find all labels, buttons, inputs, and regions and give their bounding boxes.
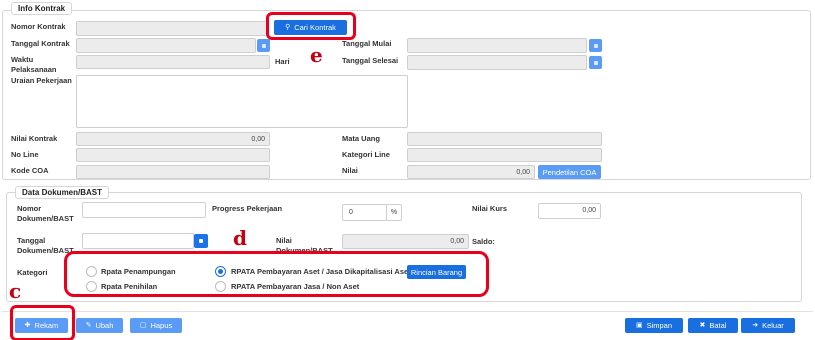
nomor-dokumen-label: Nomor Dokumen/BAST [17,204,74,223]
tanggal-mulai-label: Tanggal Mulai [342,39,392,48]
keluar-button[interactable]: ➜ Keluar [741,318,795,333]
highlight-box-kategori [64,251,489,297]
waktu-pelaksanaan-label: Waktu Pelaksanaan [11,55,57,74]
mata-uang-label: Mata Uang [342,134,380,143]
progress-pekerjaan-label: Progress Pekerjaan [212,204,283,213]
hari-label: Hari [275,57,290,66]
nilai-kontrak-input[interactable]: 0,00 [76,132,270,146]
mata-uang-input[interactable] [407,132,602,146]
annotation-c: c [9,279,22,303]
waktu-pelaksanaan-input[interactable] [76,55,270,69]
kategori-line-input[interactable] [407,148,602,162]
exit-icon: ➜ [752,322,759,329]
simpan-button[interactable]: ▣ Simpan [625,318,683,333]
close-icon: ✖ [699,322,706,329]
tanggal-dokumen-calendar-icon[interactable] [194,234,208,248]
tanggal-selesai-calendar-icon[interactable] [589,56,602,69]
batal-label: Batal [709,321,727,330]
tanggal-dokumen-input[interactable] [82,233,194,249]
nilai-kurs-input[interactable]: 0,00 [538,203,601,219]
tanggal-mulai-calendar-icon[interactable] [589,39,602,52]
no-line-input[interactable] [76,148,270,162]
nilai-dokumen-input[interactable]: 0,00 [342,234,469,249]
highlight-box-cari-kontrak [266,12,356,40]
nomor-kontrak-input[interactable] [76,21,268,36]
nilai-label: Nilai [342,166,358,175]
uraian-pekerjaan-textarea[interactable] [76,75,408,128]
pendetilan-coa-label: Pendetilan COA [542,167,597,177]
ubah-button[interactable]: ✎ Ubah [76,318,123,333]
ubah-label: Ubah [95,321,114,330]
tanggal-kontrak-input[interactable] [76,38,256,53]
pencil-icon: ✎ [85,322,92,329]
nomor-dokumen-input[interactable] [82,202,206,218]
highlight-box-rekam [10,305,75,340]
hapus-label: Hapus [150,321,173,330]
kategori-line-label: Kategori Line [342,150,390,159]
pendetilan-coa-button[interactable]: Pendetilan COA [538,165,601,179]
nilai-input[interactable]: 0,00 [407,165,535,179]
annotation-d: d [233,226,247,250]
save-icon: ▣ [635,322,643,329]
tanggal-selesai-label: Tanggal Selesai [342,56,399,65]
tanggal-mulai-input[interactable] [407,38,587,53]
hapus-button[interactable]: ▢ Hapus [130,318,182,333]
nilai-kontrak-label: Nilai Kontrak [11,134,58,143]
progress-pekerjaan-input[interactable]: 0 [342,204,387,221]
kode-coa-input[interactable] [76,165,270,179]
trash-icon: ▢ [139,322,147,329]
simpan-label: Simpan [646,321,673,330]
tanggal-kontrak-label: Tanggal Kontrak [11,39,70,48]
data-dokumen-legend: Data Dokumen/BAST [15,186,110,199]
annotation-e: e [310,43,323,67]
info-kontrak-legend: Info Kontrak [11,2,73,15]
kode-coa-label: Kode COA [11,166,49,175]
footer-divider [2,311,813,312]
tanggal-kontrak-calendar-icon[interactable] [257,39,270,52]
progress-unit: % [386,204,402,221]
no-line-label: No Line [11,150,39,159]
nilai-kurs-label: Nilai Kurs [472,204,508,213]
uraian-pekerjaan-label: Uraian Pekerjaan [11,76,72,85]
nomor-kontrak-label: Nomor Kontrak [11,22,66,31]
keluar-label: Keluar [762,321,784,330]
saldo-label: Saldo: [472,237,495,246]
kategori-label: Kategori [17,268,48,277]
tanggal-selesai-input[interactable] [407,55,587,70]
batal-button[interactable]: ✖ Batal [688,318,738,333]
